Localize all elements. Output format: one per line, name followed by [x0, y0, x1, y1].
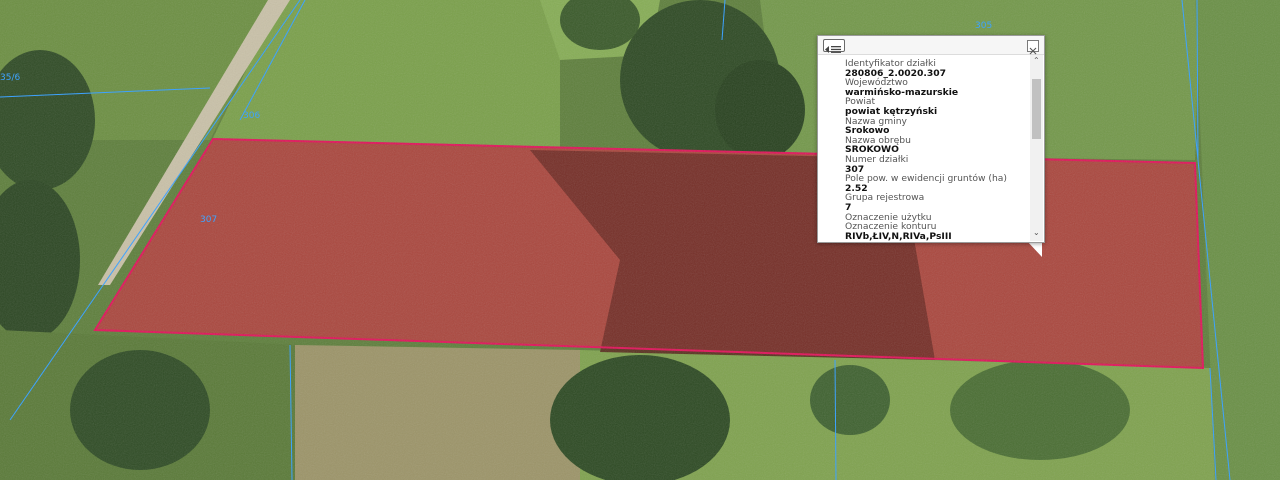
satellite-map[interactable]: 305 306 307 35/6 [0, 0, 1280, 480]
attribute-list: Identyfikator działki 280806_2.0020.307 Wo… [818, 55, 1030, 241]
attribute-value: RIVb,ŁIV,N,RIVa,PsIII [845, 230, 952, 241]
parcel-label-306: 306 [243, 111, 260, 121]
close-button[interactable] [1027, 40, 1039, 55]
list-menu-button[interactable] [823, 39, 845, 53]
popup-content[interactable]: Identyfikator działki 280806_2.0020.307 Wo… [818, 55, 1030, 241]
list-menu-icon [825, 46, 841, 53]
scroll-down-arrow-icon[interactable]: ⌄ [1033, 229, 1040, 237]
attribute-label: Pole pow. w ewidencji gruntów (ha) [845, 173, 1007, 185]
popup-scrollbar[interactable]: ⌃ ⌄ [1030, 55, 1043, 241]
scroll-up-arrow-icon[interactable]: ⌃ [1033, 57, 1040, 65]
scroll-thumb[interactable] [1032, 79, 1041, 139]
popup-header [818, 36, 1044, 55]
parcel-label-305: 305 [975, 21, 992, 31]
parcel-label-307: 307 [200, 215, 217, 225]
attribute-label: Grupa rejestrowa [845, 192, 925, 204]
image-texture [0, 0, 1280, 480]
parcel-info-popup: Identyfikator działki 280806_2.0020.307 Wo… [817, 35, 1045, 243]
attribute-label: Numer działki [845, 153, 909, 165]
parcel-label-35-6: 35/6 [0, 73, 20, 83]
